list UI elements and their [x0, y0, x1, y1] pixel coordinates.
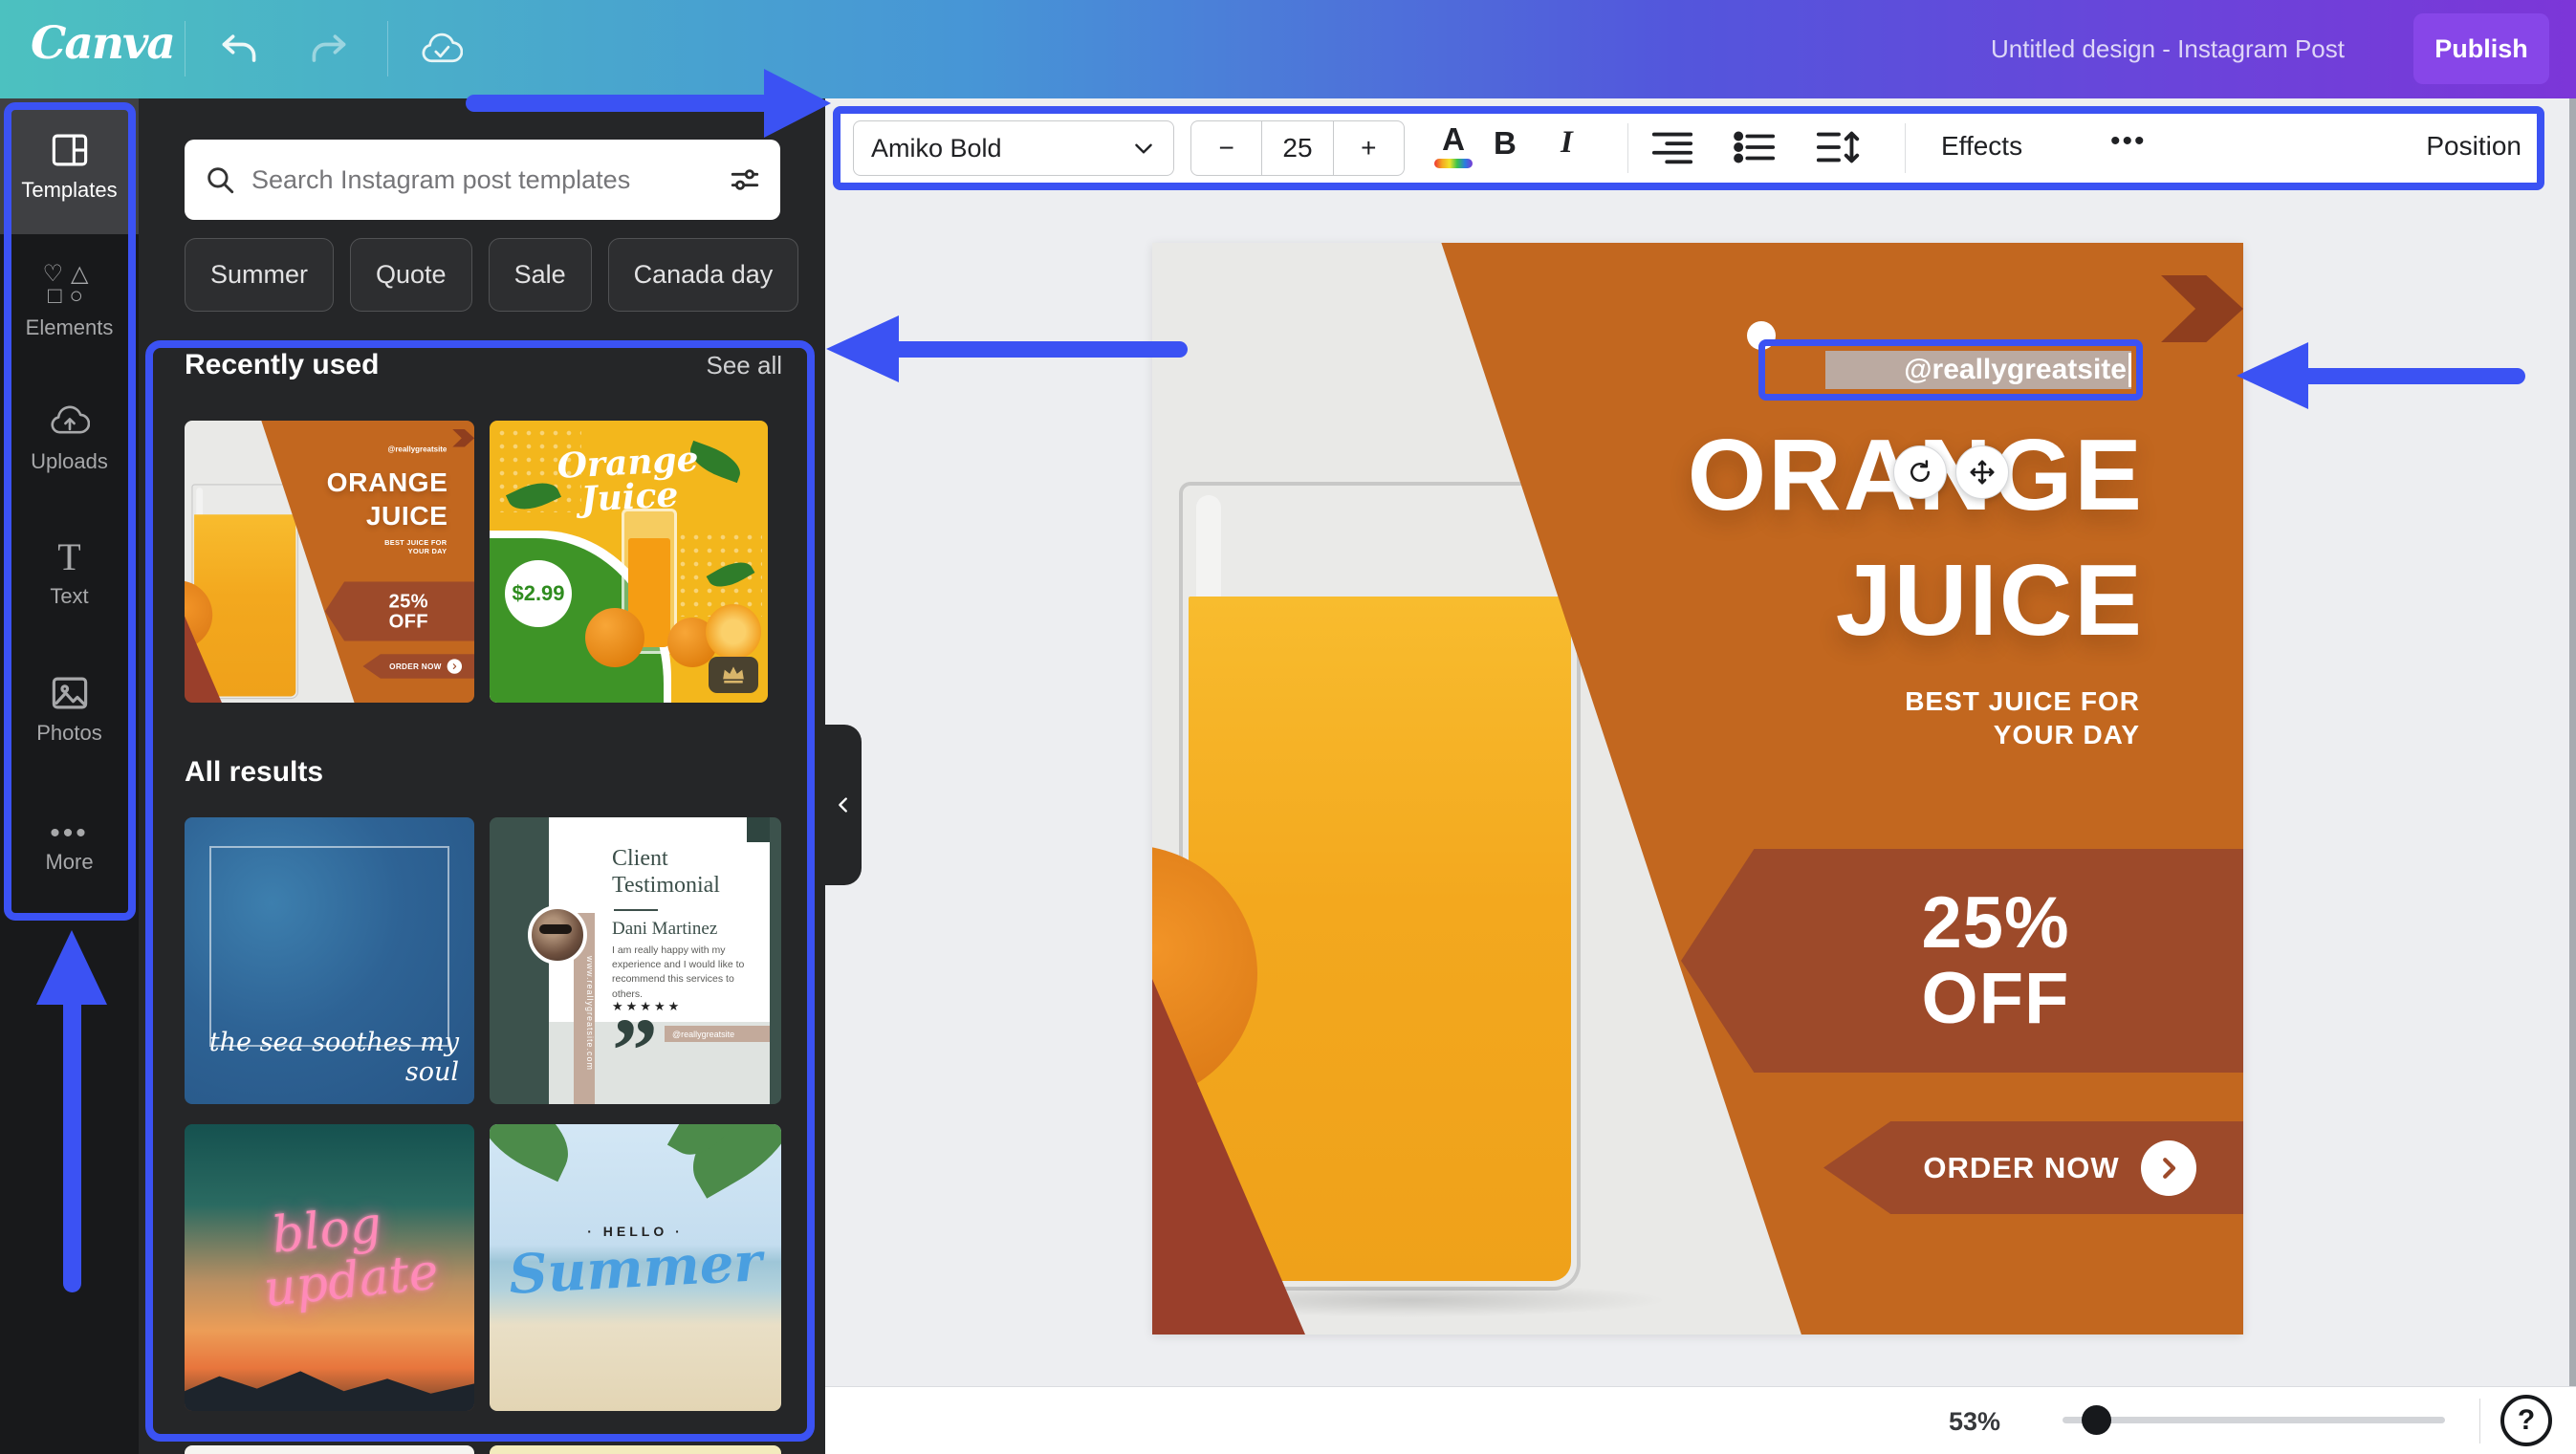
rotate-icon [1906, 458, 1934, 487]
zoom-slider-knob[interactable] [2082, 1405, 2111, 1435]
design-page[interactable]: ORANGEJUICE BEST JUICE FORYOUR DAY 25%OF… [1152, 243, 2243, 1335]
right-scrollbar[interactable] [2569, 98, 2576, 1386]
annotation-box-templates-panel [145, 340, 815, 1442]
search-icon [204, 163, 236, 196]
selected-text-box[interactable]: @reallygreatsite [1758, 339, 2143, 401]
annotation-arrow-left-head [826, 315, 899, 382]
design-handle-text[interactable]: @reallygreatsite [1904, 354, 2127, 386]
document-title[interactable]: Untitled design - Instagram Post [1991, 34, 2345, 64]
annotation-arrow-textbox-head [2237, 342, 2308, 409]
filter-pills-row: Summer Quote Sale Canada day [185, 238, 798, 312]
juice-glass-photo [1179, 482, 1581, 1291]
annotation-box-sidebar [4, 102, 136, 921]
annotation-arrow-up-head [36, 930, 107, 1005]
annotation-box-toolbar [833, 106, 2544, 190]
undo-icon[interactable] [218, 29, 260, 71]
zoom-percentage[interactable]: 53% [1949, 1407, 2000, 1437]
text-caret [2128, 353, 2131, 387]
top-header-bar: Canva Untitled design - Instagram Post P… [0, 0, 2576, 98]
pill-quote[interactable]: Quote [350, 238, 472, 312]
search-box[interactable] [185, 140, 780, 220]
move-icon [1968, 458, 1997, 487]
annotation-arrow-right-head [764, 69, 831, 138]
annotation-arrow-left-shaft [897, 341, 1188, 358]
move-handle[interactable] [1955, 445, 2009, 499]
rotate-handle[interactable] [1893, 445, 1947, 499]
discount-banner[interactable]: 25%OFF [1681, 849, 2243, 1073]
annotation-arrow-right-shaft [466, 95, 765, 112]
annotation-arrow-up-shaft [63, 1003, 81, 1292]
divider [185, 21, 186, 76]
design-subtitle[interactable]: BEST JUICE FORYOUR DAY [1905, 684, 2140, 751]
redo-icon[interactable] [308, 29, 350, 71]
bottom-status-bar: 53% ? [825, 1386, 2576, 1454]
template-thumb-partial[interactable] [490, 1445, 781, 1454]
divider [2479, 1399, 2480, 1443]
order-now-banner[interactable]: ORDER NOW [1823, 1121, 2243, 1214]
annotation-arrow-textbox-shaft [2306, 368, 2525, 384]
zoom-slider-track[interactable] [2063, 1417, 2445, 1423]
help-button[interactable]: ? [2500, 1395, 2552, 1446]
text-selection-highlight: @reallygreatsite [1825, 351, 2131, 389]
divider [387, 21, 388, 76]
template-thumb-partial[interactable] [185, 1445, 474, 1454]
panel-collapse-tab[interactable] [825, 725, 862, 885]
pill-canada-day[interactable]: Canada day [608, 238, 799, 312]
filter-settings-icon[interactable] [729, 163, 761, 196]
cloud-saved-icon [421, 29, 463, 71]
search-input[interactable] [251, 165, 713, 195]
publish-button[interactable]: Publish [2413, 13, 2549, 84]
canva-logo[interactable]: Canva [31, 17, 174, 70]
pill-sale[interactable]: Sale [489, 238, 592, 312]
arrow-circle-icon [2141, 1140, 2196, 1196]
chevron-left-icon [833, 791, 854, 819]
pill-summer[interactable]: Summer [185, 238, 334, 312]
